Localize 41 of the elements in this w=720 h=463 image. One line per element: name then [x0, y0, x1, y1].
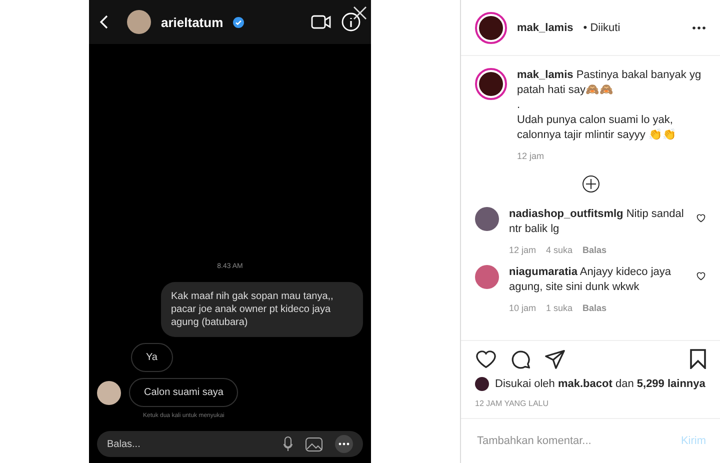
- comment: nadiashop_outfitsmlg Nitip sandal ntr balik lg: [509, 207, 685, 237]
- video-call-icon[interactable]: [311, 15, 331, 29]
- profile-avatar[interactable]: [475, 12, 507, 44]
- reply-field[interactable]: Balas...: [97, 431, 363, 457]
- close-icon[interactable]: [353, 6, 367, 20]
- caption-time: 12 jam: [517, 151, 544, 161]
- load-more-icon[interactable]: [582, 175, 600, 193]
- comment-time: 10 jam: [509, 303, 536, 313]
- comment-likes: 4 suka: [546, 245, 573, 255]
- reply-link[interactable]: Balas: [582, 245, 607, 255]
- received-message: Calon suami saya: [129, 378, 238, 407]
- back-icon: [99, 15, 109, 29]
- follow-status: • Diikuti: [583, 22, 620, 34]
- avatar: [127, 10, 151, 34]
- profile-avatar[interactable]: [475, 68, 507, 100]
- reply-link[interactable]: Balas: [582, 303, 607, 313]
- image-icon[interactable]: [305, 436, 323, 452]
- more-icon[interactable]: [335, 435, 353, 453]
- comment-likes: 1 suka: [546, 303, 573, 313]
- post-time: 12 JAM YANG LALU: [461, 395, 720, 419]
- received-message: Ya: [131, 343, 172, 372]
- heart-icon[interactable]: [696, 271, 706, 281]
- post-username[interactable]: mak_lamis: [517, 22, 574, 34]
- sent-message: Kak maaf nih gak sopan mau tanya,, pacar joe anak owner pt kideco jaya agung (batubara): [161, 282, 363, 337]
- heart-icon[interactable]: [475, 349, 497, 369]
- info-icon[interactable]: [341, 12, 361, 32]
- avatar: [97, 380, 121, 404]
- microphone-icon[interactable]: [283, 436, 293, 452]
- likes-summary: Disukai oleh mak.bacot dan 5,299 lainnya: [495, 378, 706, 390]
- bookmark-icon[interactable]: [690, 349, 706, 369]
- commenter-avatar[interactable]: [475, 265, 499, 289]
- comment: niagumaratia Anjayy kideco jaya agung, site sini dunk wkwk: [509, 265, 672, 295]
- heart-icon[interactable]: [696, 213, 706, 223]
- comment-time: 12 jam: [509, 245, 536, 255]
- commenter-avatar[interactable]: [475, 207, 499, 231]
- send-icon[interactable]: [545, 349, 565, 369]
- liker-avatar: [475, 377, 489, 391]
- caption: mak_lamis Pastinya bakal banyak yg patah hati say🙈🙈 . Udah punya calon suami lo yak, calonnya tajir mlintir sayyy 👏👏: [517, 68, 702, 143]
- chat-username: arieltatum: [161, 14, 224, 30]
- more-icon[interactable]: [692, 26, 706, 30]
- comment-icon[interactable]: [511, 349, 531, 369]
